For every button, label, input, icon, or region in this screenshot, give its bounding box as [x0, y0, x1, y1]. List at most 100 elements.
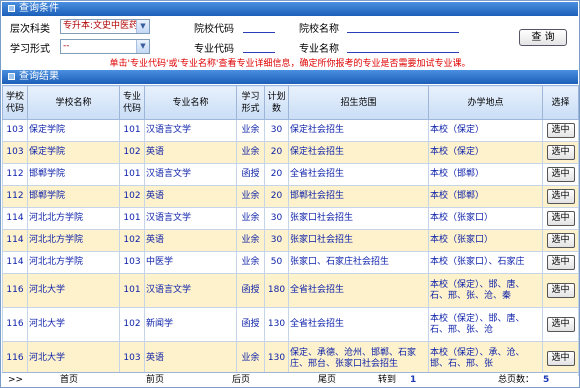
major-code-cell[interactable]: 101: [119, 163, 145, 186]
last-page-link[interactable]: 尾页: [318, 373, 336, 388]
prev-page-link[interactable]: 前页: [146, 373, 164, 388]
select-cell: 选中: [542, 307, 579, 342]
select-button[interactable]: 选中: [546, 145, 575, 160]
major-name-cell[interactable]: 新闻学: [144, 307, 237, 342]
location-cell: 本校（保定）: [428, 141, 543, 164]
location-cell: 本校（保定）、承、沧、邯、石、邢、张: [428, 341, 543, 376]
select-cell: 选中: [542, 273, 579, 308]
scope-cell: 邯郸社会招生: [288, 185, 429, 208]
major-name-cell[interactable]: 中医学: [144, 251, 237, 274]
query-window: 查询条件 层次科类 专升本:文史中医药 ▼ 院校代码 院校名称 查 询 学习形式…: [0, 0, 580, 388]
school-name-cell: 邯郸学院: [27, 163, 120, 186]
notice-text: 单击'专业代码'或'专业名称'查看专业详细信息，确定所你报考的专业是否需要加试专…: [109, 59, 471, 69]
major-code-cell[interactable]: 101: [119, 273, 145, 308]
school-code-cell: 112: [2, 163, 28, 186]
total-pages-value: 5: [543, 375, 550, 385]
scope-cell: 全省社会招生: [288, 163, 429, 186]
school-name-cell: 河北北方学院: [27, 251, 120, 274]
school-code-cell: 114: [2, 251, 28, 274]
major-code-cell[interactable]: 102: [119, 229, 145, 252]
major-name-cell[interactable]: 汉语言文学: [144, 163, 237, 186]
scope-cell: 保定社会招生: [288, 141, 429, 164]
query-button[interactable]: 查 询: [519, 29, 567, 46]
select-cell: 选中: [542, 119, 579, 142]
scope-cell: 全省社会招生: [288, 307, 429, 342]
plan-cell: 20: [264, 141, 289, 164]
school-code-label: 院校代码: [194, 24, 234, 35]
level-select[interactable]: 专升本:文史中医药 ▼: [60, 19, 150, 34]
school-code-input[interactable]: [243, 18, 275, 33]
major-code-cell[interactable]: 101: [119, 207, 145, 230]
major-name-cell[interactable]: 英语: [144, 229, 237, 252]
mode-cell: 业余: [236, 251, 265, 274]
major-name-cell[interactable]: 汉语言文学: [144, 207, 237, 230]
results-title: 查询结果: [19, 71, 59, 82]
chevron-down-icon[interactable]: ▼: [136, 40, 149, 53]
major-code-cell[interactable]: 102: [119, 185, 145, 208]
major-name-cell[interactable]: 英语: [144, 185, 237, 208]
major-name-cell[interactable]: 英语: [144, 141, 237, 164]
major-name-input[interactable]: [347, 38, 459, 53]
school-code-cell: 116: [2, 273, 28, 308]
major-code-input[interactable]: [243, 38, 275, 53]
mode-cell: 业余: [236, 207, 265, 230]
major-code-cell[interactable]: 102: [119, 307, 145, 342]
major-code-cell[interactable]: 103: [119, 251, 145, 274]
scope-cell: 全省社会招生: [288, 273, 429, 308]
school-name-cell: 保定学院: [27, 141, 120, 164]
major-code-cell[interactable]: 102: [119, 141, 145, 164]
select-button[interactable]: 选中: [546, 283, 575, 298]
chevron-down-icon[interactable]: ▼: [136, 20, 149, 33]
collapse-square-icon[interactable]: [8, 73, 15, 80]
pager: >> 首页 前页 后页 尾页 转到 1 总页数： 5: [2, 372, 578, 387]
location-cell: 本校（张家口）: [428, 229, 543, 252]
school-name-cell: 保定学院: [27, 119, 120, 142]
select-button[interactable]: 选中: [546, 189, 575, 204]
mode-cell: 业余: [236, 185, 265, 208]
scope-cell: 保定社会招生: [288, 119, 429, 142]
select-button[interactable]: 选中: [546, 123, 575, 138]
select-button[interactable]: 选中: [546, 255, 575, 270]
major-code-cell[interactable]: 103: [119, 341, 145, 376]
location-cell: 本校（邯郸）: [428, 185, 543, 208]
plan-cell: 130: [264, 341, 289, 376]
table-row: 116 河北大学 103 英语 业余 130 保定、承德、沧州、邯郸、石家庄、邢台、张家口社…: [2, 341, 579, 376]
select-cell: 选中: [542, 251, 579, 274]
major-code-cell[interactable]: 101: [119, 119, 145, 142]
pager-marker: >>: [8, 375, 24, 385]
mode-cell: 业余: [236, 141, 265, 164]
table-row: 112 邯郸学院 102 英语 业余 20 邯郸社会招生 本校（邯郸） 选中: [2, 185, 579, 208]
mode-cell: 函授: [236, 273, 265, 308]
select-button[interactable]: 选中: [546, 317, 575, 332]
location-cell: 本校（保定）: [428, 119, 543, 142]
major-name-label: 专业名称: [299, 44, 339, 55]
table-row: 116 河北大学 102 新闻学 函授 130 全省社会招生 本校（保定）、邯、唐、石、邢、张…: [2, 307, 579, 342]
next-page-link[interactable]: 后页: [232, 373, 250, 388]
select-cell: 选中: [542, 141, 579, 164]
select-button[interactable]: 选中: [546, 211, 575, 226]
school-name-input[interactable]: [347, 18, 459, 33]
column-header: 学校名称: [27, 85, 120, 120]
major-name-cell[interactable]: 英语: [144, 341, 237, 376]
major-name-cell[interactable]: 汉语言文学: [144, 273, 237, 308]
school-name-cell: 邯郸学院: [27, 185, 120, 208]
select-button[interactable]: 选中: [546, 233, 575, 248]
school-name-label: 院校名称: [299, 24, 339, 35]
goto-page-input[interactable]: 1: [410, 373, 416, 388]
first-page-link[interactable]: 首页: [60, 373, 78, 388]
results-header: 查询结果: [2, 70, 578, 84]
collapse-square-icon[interactable]: [8, 5, 15, 12]
school-code-cell: 103: [2, 141, 28, 164]
select-cell: 选中: [542, 185, 579, 208]
major-name-cell[interactable]: 汉语言文学: [144, 119, 237, 142]
mode-select[interactable]: -- ▼: [60, 39, 150, 54]
school-code-cell: 116: [2, 341, 28, 376]
conditions-panel: 层次科类 专升本:文史中医药 ▼ 院校代码 院校名称 查 询 学习形式 -- ▼…: [2, 16, 578, 70]
select-button[interactable]: 选中: [546, 167, 575, 182]
select-cell: 选中: [542, 341, 579, 376]
plan-cell: 180: [264, 273, 289, 308]
school-code-cell: 114: [2, 207, 28, 230]
column-header: 选择: [542, 85, 579, 120]
school-code-cell: 114: [2, 229, 28, 252]
select-button[interactable]: 选中: [546, 351, 575, 366]
